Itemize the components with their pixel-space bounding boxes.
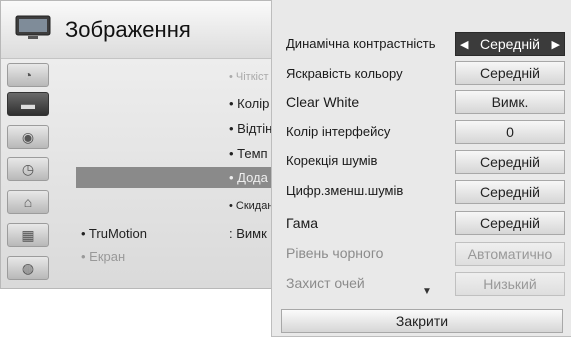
menu-item-reset[interactable]: • Скидан — [229, 200, 273, 212]
category-icon-column: ◔ ▬ ◉ ◷ ⌂ ▦ ◍ — [1, 59, 53, 290]
label-dynamic-contrast: Динамічна контрастність — [286, 36, 436, 51]
globe-icon[interactable]: ◍ — [7, 256, 49, 280]
menu-title: Зображення — [65, 17, 191, 42]
menu-item-tint[interactable]: • Відтін — [229, 121, 272, 136]
satellite-dish-icon[interactable]: ◔ — [7, 63, 49, 87]
trumotion-value: : Вимк — [229, 226, 267, 241]
lock-icon[interactable]: ⌂ — [7, 190, 49, 214]
label-interface-color: Колір інтерфейсу — [286, 124, 391, 139]
label-black-level: Рівень чорного — [286, 245, 384, 261]
value-digital-noise-reduction[interactable]: Середній — [455, 180, 565, 204]
menu-item-advanced-label: • Дода — [229, 170, 268, 185]
value-clear-white[interactable]: Вимк. — [455, 90, 565, 114]
menu-item-trumotion[interactable]: • TruMotion — [81, 226, 147, 241]
picture-menu: Зображення ◔ ▬ ◉ ◷ ⌂ ▦ ◍ • Чіткіст • Кол… — [0, 0, 301, 290]
tv-icon — [15, 15, 51, 39]
label-clear-white: Clear White — [286, 94, 360, 110]
menu-item-screen[interactable]: • Екран — [81, 249, 125, 264]
value-noise-reduction[interactable]: Середній — [455, 150, 565, 174]
arrow-right-icon[interactable]: ▶ — [552, 38, 560, 51]
label-color-brightness: Яскравість кольору — [286, 66, 403, 81]
label-gamma: Гама — [286, 215, 318, 231]
menu-item-temperature[interactable]: • Темп — [229, 146, 268, 161]
close-button[interactable]: Закрити — [281, 309, 563, 333]
tv-picture-icon[interactable]: ▬ — [7, 92, 49, 116]
value-interface-color[interactable]: 0 — [455, 120, 565, 144]
value-dynamic-contrast-text: Середній — [480, 36, 540, 52]
menu-header: Зображення — [1, 1, 301, 59]
advanced-settings-popup: Динамічна контрастність ◀ Середній ▶ Яск… — [271, 0, 571, 337]
calendar-icon[interactable]: ▦ — [7, 223, 49, 247]
scroll-down-icon[interactable]: ▼ — [422, 286, 432, 297]
value-eye-protection: Низький — [455, 272, 565, 296]
arrow-left-icon[interactable]: ◀ — [460, 38, 468, 51]
label-noise-reduction: Корекція шумів — [286, 153, 378, 168]
speaker-icon[interactable]: ◉ — [7, 125, 49, 149]
label-digital-noise-reduction: Цифр.зменш.шумів — [286, 183, 404, 198]
label-eye-protection: Захист очей — [286, 275, 365, 291]
menu-item-color[interactable]: • Колір — [229, 96, 269, 111]
value-dynamic-contrast[interactable]: ◀ Середній ▶ — [455, 32, 565, 56]
menu-item-advanced-selected[interactable]: • Дода — [76, 167, 291, 188]
value-gamma[interactable]: Середній — [455, 211, 565, 235]
value-color-brightness[interactable]: Середній — [455, 61, 565, 85]
menu-item-sharpness[interactable]: • Чіткіст — [229, 71, 269, 83]
clock-icon[interactable]: ◷ — [7, 157, 49, 181]
value-black-level: Автоматично — [455, 242, 565, 266]
